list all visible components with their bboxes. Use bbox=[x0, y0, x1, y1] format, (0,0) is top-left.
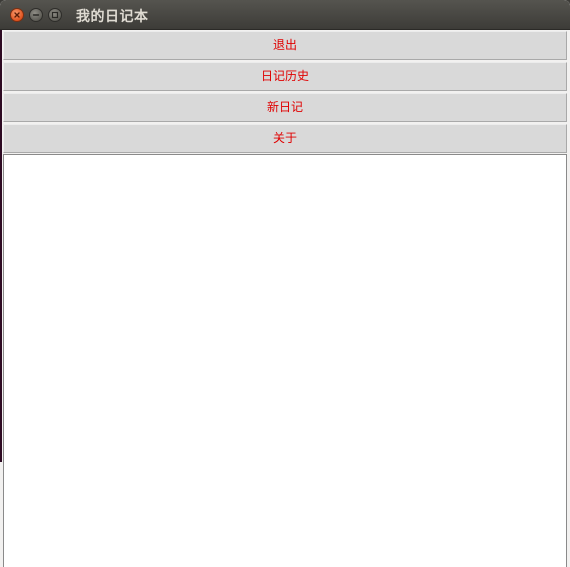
window-edge bbox=[0, 30, 2, 462]
close-icon bbox=[14, 12, 20, 18]
diary-history-button[interactable]: 日记历史 bbox=[3, 62, 567, 91]
exit-button[interactable]: 退出 bbox=[3, 31, 567, 60]
window-minimize-button[interactable] bbox=[29, 8, 43, 22]
window-maximize-button[interactable] bbox=[48, 8, 62, 22]
content-area[interactable] bbox=[3, 154, 567, 567]
window-close-button[interactable] bbox=[10, 8, 24, 22]
window-title: 我的日记本 bbox=[76, 9, 149, 25]
maximize-icon bbox=[51, 11, 59, 19]
about-button[interactable]: 关于 bbox=[3, 124, 567, 153]
minimize-icon bbox=[32, 14, 40, 16]
app-window: 我的日记本 退出 日记历史 新日记 关于 bbox=[0, 0, 570, 567]
new-diary-button[interactable]: 新日记 bbox=[3, 93, 567, 122]
title-bar[interactable]: 我的日记本 bbox=[0, 0, 570, 30]
